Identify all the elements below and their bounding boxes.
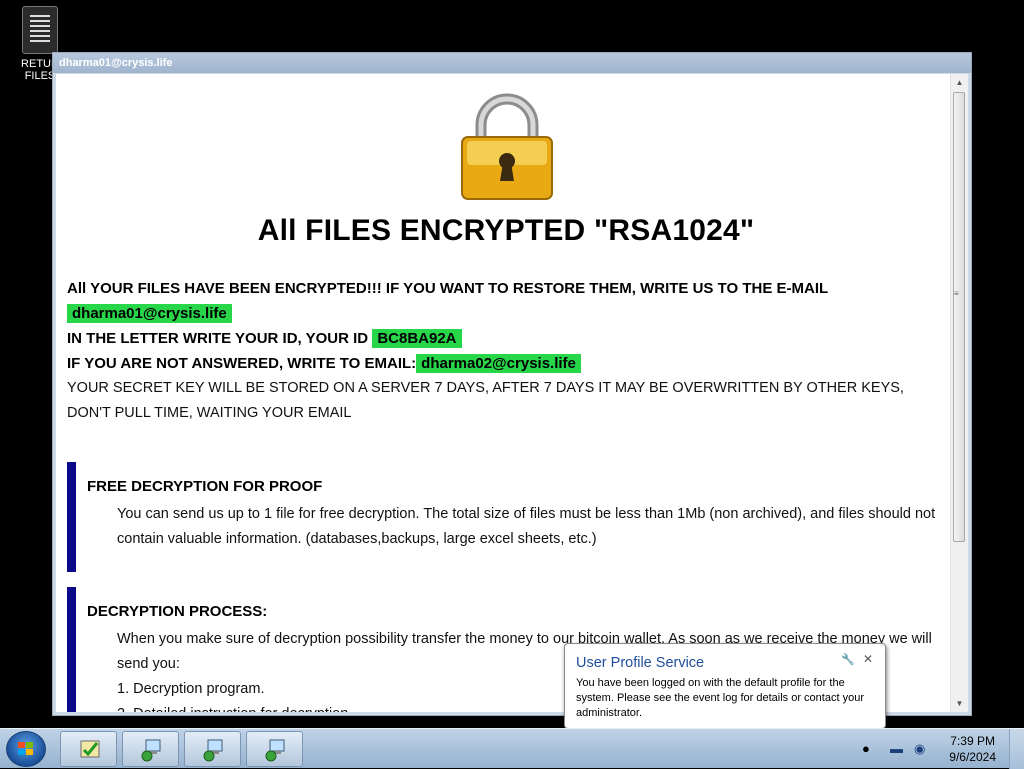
scroll-up-arrow-icon[interactable]: ▲ — [951, 74, 968, 91]
section-title: FREE DECRYPTION FOR PROOF — [87, 478, 323, 495]
document-icon — [22, 6, 58, 54]
scrollbar-thumb[interactable] — [953, 92, 965, 542]
section-free-decryption: FREE DECRYPTION FOR PROOF You can send u… — [67, 462, 937, 572]
taskbar: ● ▬ ◉ 7:39 PM 9/6/2024 — [0, 728, 1024, 769]
volume-icon[interactable]: ◉ — [914, 741, 925, 757]
explorer-icon — [80, 740, 100, 758]
wrench-icon[interactable]: 🔧 — [841, 653, 855, 666]
message-line-1: All YOUR FILES HAVE BEEN ENCRYPTED!!! IF… — [67, 280, 829, 297]
show-desktop-button[interactable] — [1009, 729, 1024, 769]
id-prefix: IN THE LETTER WRITE YOUR ID, YOUR ID — [67, 330, 369, 347]
taskbar-button-explorer[interactable] — [60, 731, 117, 767]
close-icon[interactable]: ✕ — [863, 652, 873, 666]
network-computer-icon — [141, 739, 161, 762]
vertical-scrollbar[interactable]: ▲ ≡ ▼ — [950, 74, 968, 712]
message-line-2: IN THE LETTER WRITE YOUR ID, YOUR ID BC8… — [67, 326, 937, 351]
victim-id: BC8BA92A — [372, 329, 462, 348]
contact-email-secondary: dharma02@crysis.life — [416, 354, 581, 373]
taskbar-button-network-3[interactable] — [246, 731, 303, 767]
balloon-text: You have been logged on with the default… — [576, 677, 864, 719]
section-body: You can send us up to 1 file for free de… — [117, 506, 936, 547]
network-computer-icon — [265, 739, 285, 762]
message-line-4: YOUR SECRET KEY WILL BE STORED ON A SERV… — [67, 380, 904, 421]
contact-email-primary: dharma01@crysis.life — [67, 304, 232, 323]
email2-prefix: IF YOU ARE NOT ANSWERED, WRITE TO EMAIL: — [67, 355, 417, 372]
section-bar — [67, 462, 76, 572]
section-title: DECRYPTION PROCESS: — [87, 603, 268, 620]
windows-start-icon[interactable] — [6, 731, 46, 767]
scroll-down-arrow-icon[interactable]: ▼ — [951, 695, 968, 712]
notification-balloon[interactable]: User Profile Service 🔧 ✕ You have been l… — [564, 643, 886, 745]
network-icon[interactable]: ▬ — [890, 741, 903, 756]
note-content: All FILES ENCRYPTED "RSA1024" All YOUR F… — [56, 74, 951, 712]
taskbar-button-network-2[interactable] — [184, 731, 241, 767]
taskbar-button-network-1[interactable] — [122, 731, 179, 767]
notification-tray-icon[interactable]: ● — [862, 741, 870, 756]
padlock-icon — [461, 93, 553, 200]
page-title: All FILES ENCRYPTED "RSA1024" — [257, 214, 755, 247]
clock-time: 7:39 PM — [950, 734, 995, 748]
balloon-title: User Profile Service — [576, 655, 705, 671]
system-clock[interactable]: 7:39 PM 9/6/2024 — [949, 733, 996, 765]
grip-icon: ≡ — [954, 289, 959, 298]
ransom-message: All YOUR FILES HAVE BEEN ENCRYPTED!!! IF… — [67, 276, 937, 426]
clock-date: 9/6/2024 — [949, 750, 996, 764]
ransom-note-window: dharma01@crysis.life All FILES ENCRYPTED… — [52, 52, 972, 716]
network-computer-icon — [203, 739, 223, 762]
section-bar — [67, 587, 76, 712]
message-line-3: IF YOU ARE NOT ANSWERED, WRITE TO EMAIL:… — [67, 351, 937, 376]
window-client: All FILES ENCRYPTED "RSA1024" All YOUR F… — [56, 74, 968, 712]
window-title[interactable]: dharma01@crysis.life — [53, 53, 971, 73]
